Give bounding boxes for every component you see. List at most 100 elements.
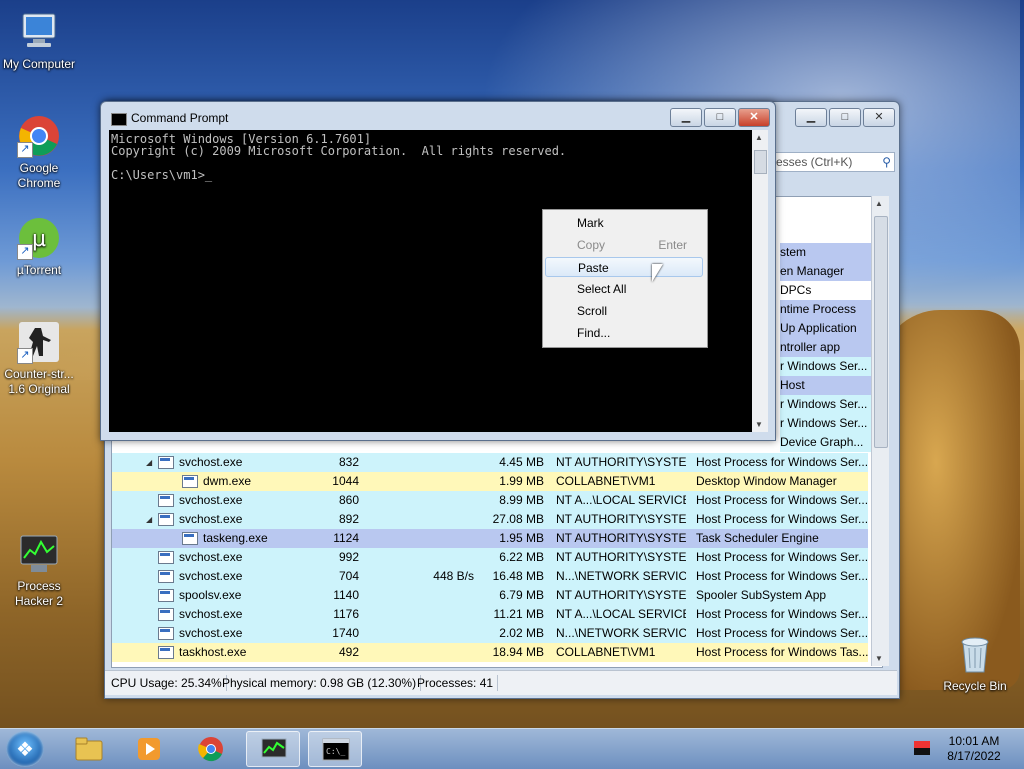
private-bytes-cell: 1.99 MB [499,474,544,488]
menu-item-label: Scroll [577,304,608,318]
menu-item-label: Copy [577,238,606,252]
peek-row-text: Up Application [780,319,878,338]
action-center-flag-icon[interactable] [914,741,930,755]
taskbar-process-hacker-button[interactable] [246,731,300,767]
pid-cell: 832 [338,455,359,469]
table-row[interactable]: dwm.exe 1044 1.99 MB COLLABNET\VM1 Desktop W… [112,472,868,491]
description-cell: Host Process for Windows Ser... [696,569,868,583]
process-name-cell: svchost.exe [112,624,327,643]
taskbar-chrome-button[interactable] [184,731,238,767]
cpu-usage-status: CPU Usage: 25.34% [107,675,227,691]
menu-item-copy[interactable]: Copy Enter [545,235,703,255]
private-bytes-cell: 18.94 MB [492,645,544,659]
svg-text:µ: µ [32,227,46,252]
taskbar-command-prompt-button[interactable]: C:\_ [308,731,362,767]
process-icon [158,589,174,603]
private-bytes-cell: 11.21 MB [493,607,544,621]
table-row[interactable]: svchost.exe 704 448 B/s 16.48 MB N...\NETWOR… [112,567,868,586]
desktop-icon-label: My Computer [2,57,76,71]
physical-memory-status: Physical memory: 0.98 GB (12.30%) [218,675,422,691]
pid-cell: 1176 [333,607,359,621]
table-row[interactable]: ◢ svchost.exe 892 27.08 MB NT AUTHORITY\SYST… [112,510,868,529]
scroll-down-arrow-icon[interactable]: ▼ [755,420,763,429]
close-button[interactable]: ✕ [863,108,895,127]
desktop-icon-label: Recycle Bin [943,679,1007,693]
process-list-scrollbar[interactable]: ▲ ▼ [871,196,889,666]
private-bytes-cell: 8.99 MB [499,493,544,507]
maximize-button[interactable]: □ [829,108,861,127]
table-row[interactable]: spoolsv.exe 1140 6.79 MB NT AUTHORITY\SYSTE… [112,586,868,605]
start-button[interactable] [6,731,44,767]
pid-cell: 1124 [333,531,359,545]
process-name: svchost.exe [179,569,243,583]
search-icon: ⚲ [882,155,891,169]
peek-row-text: Host [780,376,878,395]
desktop-icon-google-chrome[interactable]: ↗ Google Chrome [0,114,78,191]
desktop-icon-counter-strike[interactable]: ↗ Counter-str... 1.6 Original [0,320,78,397]
menu-item-select-all[interactable]: Select All [545,279,703,299]
menu-item-find[interactable]: Find... [545,323,703,343]
process-name-cell: taskhost.exe [112,643,327,662]
desktop-icon-recycle-bin[interactable]: Recycle Bin [936,632,1014,694]
user-name-cell: NT AUTHORITY\SYSTEM [556,588,686,602]
scroll-up-arrow-icon[interactable]: ▲ [755,133,763,142]
table-row[interactable]: svchost.exe 1740 2.02 MB N...\NETWORK SERVI… [112,624,868,643]
process-name: svchost.exe [179,455,243,469]
table-row[interactable]: ◢ svchost.exe 832 4.45 MB NT AUTHORITY\SYSTE… [112,453,868,472]
peek-row-text: ntime Process [780,300,878,319]
console-scrollbar[interactable]: ▲ ▼ [752,130,768,432]
pid-cell: 860 [338,493,359,507]
description-cell: Host Process for Windows Ser... [696,607,868,621]
private-bytes-cell: 16.48 MB [492,569,544,583]
scroll-down-arrow-icon[interactable]: ▼ [875,654,883,663]
utorrent-icon: µ ↗ [17,216,61,260]
menu-item-shortcut: Enter [658,238,687,252]
private-bytes-cell: 2.02 MB [499,626,544,640]
minimize-button[interactable]: ▁ [795,108,827,127]
desktop-icon-utorrent[interactable]: µ ↗ µTorrent [0,216,78,278]
scrollbar-thumb[interactable] [874,216,888,448]
process-hacker-icon [17,532,61,576]
menu-item-scroll[interactable]: Scroll [545,301,703,321]
table-row[interactable]: svchost.exe 992 6.22 MB NT AUTHORITY\SYSTEM… [112,548,868,567]
minimize-button[interactable]: ▁ [670,108,702,127]
shortcut-arrow-icon: ↗ [17,244,33,260]
desktop-icon-process-hacker[interactable]: Process Hacker 2 [0,532,78,609]
scrollbar-thumb[interactable] [754,150,767,174]
shortcut-arrow-icon: ↗ [17,348,33,364]
process-name-cell: svchost.exe [112,567,327,586]
processes-count-status: Processes: 41 [413,675,499,691]
desktop-icon-label: Google Chrome [17,161,61,190]
table-row[interactable]: taskeng.exe 1124 1.95 MB NT AUTHORITY\SYSTE… [112,529,868,548]
peek-row-text: r Windows Ser... [780,357,878,376]
table-row[interactable]: svchost.exe 1176 11.21 MB NT A...\LOCAL SER… [112,605,868,624]
taskbar-media-player-button[interactable] [122,731,176,767]
peek-row-text: Device Graph... [780,433,878,452]
process-icon [158,646,174,660]
recycle-bin-icon [953,632,997,676]
process-name-cell: dwm.exe [112,472,327,491]
system-clock[interactable]: 10:01 AM 8/17/2022 [940,734,1008,764]
process-search-input[interactable]: esses (Ctrl+K) ⚲ [771,152,895,172]
user-name-cell: NT A...\LOCAL SERVICE [556,607,686,621]
scroll-up-arrow-icon[interactable]: ▲ [875,199,883,208]
private-bytes-cell: 6.22 MB [499,550,544,564]
expand-triangle-icon[interactable]: ◢ [146,510,156,529]
desktop-icon-my-computer[interactable]: My Computer [0,10,78,72]
table-row[interactable]: taskhost.exe 492 18.94 MB COLLABNET\VM1 Host… [112,643,868,662]
menu-item-mark[interactable]: Mark [545,213,703,233]
expand-triangle-icon[interactable]: ◢ [146,453,156,472]
mouse-pointer-icon [652,264,663,282]
table-row[interactable]: svchost.exe 860 8.99 MB NT A...\LOCAL SERVI… [112,491,868,510]
maximize-button[interactable]: □ [704,108,736,127]
menu-item-label: Paste [578,261,609,275]
desktop-icon-label: Process Hacker 2 [14,579,64,608]
process-name: dwm.exe [203,474,252,488]
pid-cell: 492 [338,645,359,659]
taskbar-explorer-button[interactable] [62,731,116,767]
menu-item-paste[interactable]: Paste [545,257,703,277]
peek-row-text: r Windows Ser... [780,395,878,414]
pid-cell: 1740 [332,626,359,640]
process-icon [158,494,174,508]
close-button[interactable]: ✕ [738,108,770,127]
